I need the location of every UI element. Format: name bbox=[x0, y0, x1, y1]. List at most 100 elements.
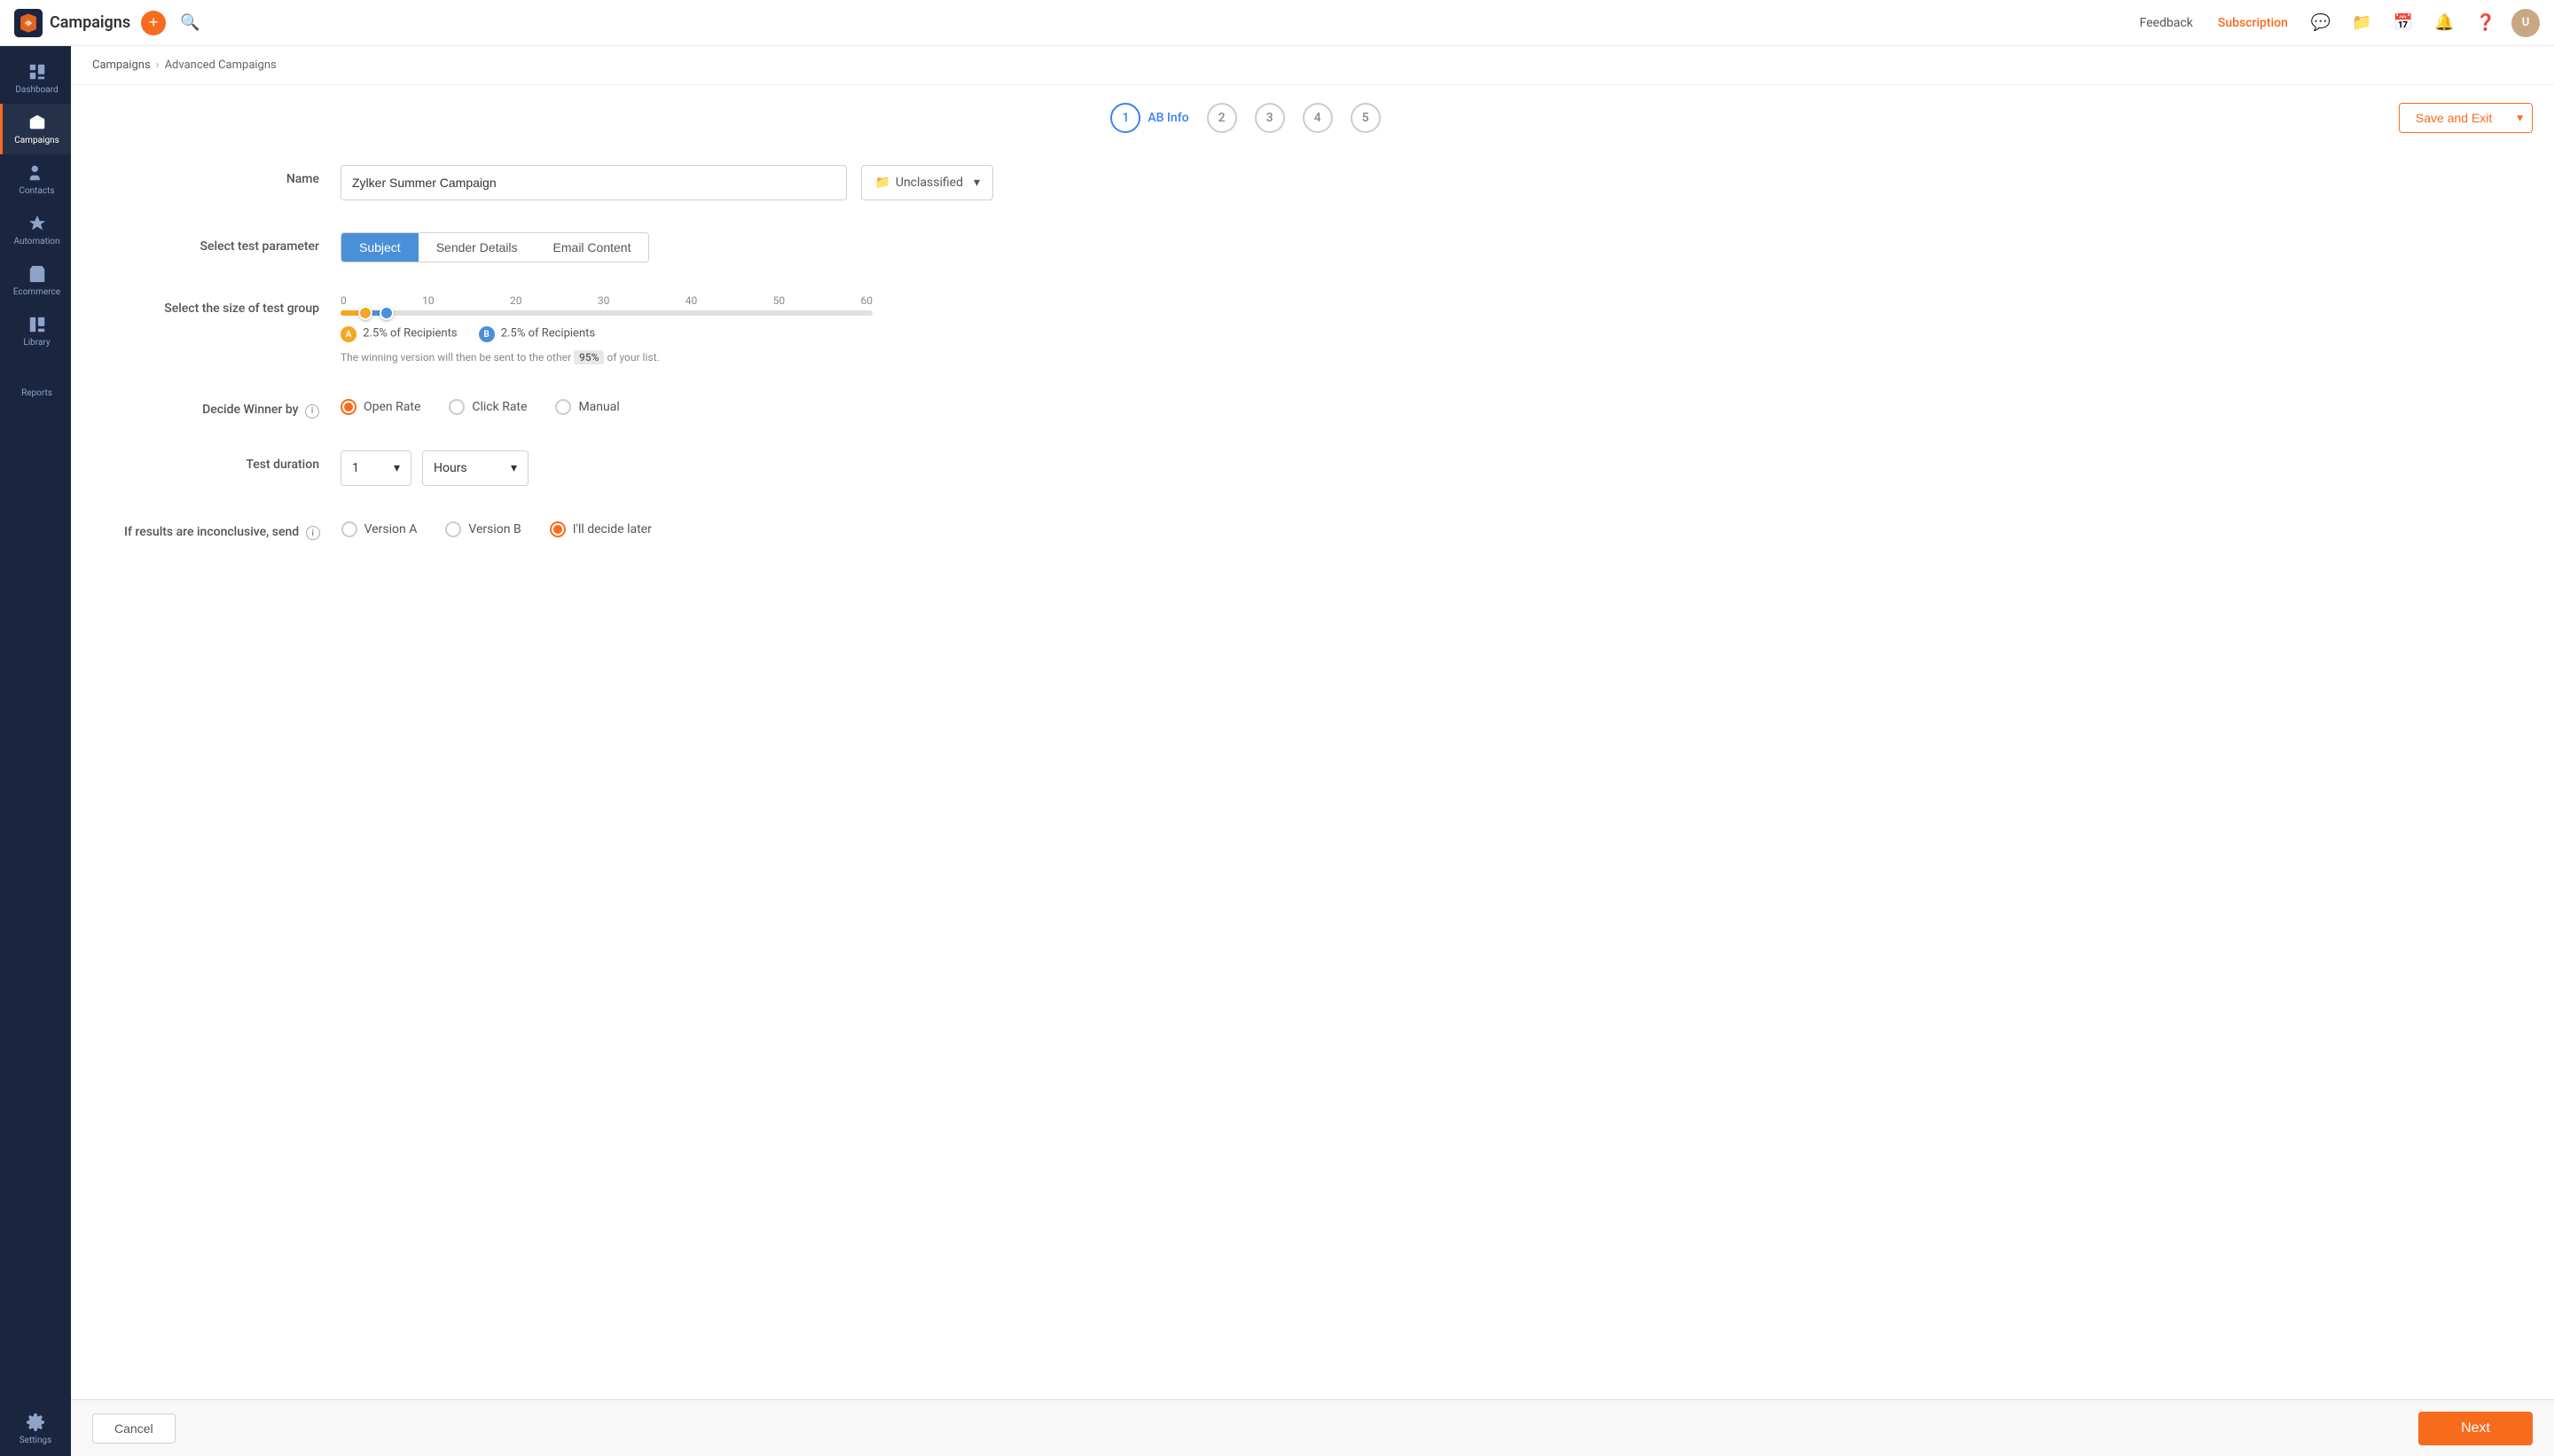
folder-dropdown[interactable]: 📁 Unclassified ▾ bbox=[861, 165, 993, 200]
sidebar-item-automation[interactable]: Automation bbox=[0, 205, 71, 255]
save-exit-main-button[interactable]: Save and Exit bbox=[2400, 104, 2508, 132]
name-row: Name 📁 Unclassified ▾ bbox=[124, 165, 993, 200]
sidebar-label-library: Library bbox=[23, 338, 50, 348]
messages-icon[interactable]: 💬 bbox=[2306, 8, 2336, 37]
breadcrumb-current: Advanced Campaigns bbox=[165, 59, 277, 72]
duration-unit-value: Hours bbox=[434, 461, 467, 475]
slider-thumb-b[interactable] bbox=[380, 306, 394, 320]
campaign-name-input[interactable] bbox=[341, 165, 847, 200]
breadcrumb-separator: › bbox=[156, 59, 160, 72]
decide-winner-label: Decide Winner by i bbox=[124, 395, 319, 419]
inconclusive-option-version-a[interactable]: Version A bbox=[341, 521, 418, 537]
decide-later-radio-outer bbox=[550, 521, 566, 537]
step-5[interactable]: 5 bbox=[1351, 103, 1381, 133]
duration-unit-select[interactable]: Hours ▾ bbox=[422, 450, 529, 486]
sidebar-item-campaigns[interactable]: Campaigns bbox=[0, 104, 71, 154]
test-duration-control: 1 ▾ Hours ▾ bbox=[341, 450, 993, 486]
create-new-button[interactable]: + bbox=[141, 11, 166, 35]
sidebar-label-campaigns: Campaigns bbox=[14, 136, 59, 145]
test-param-label: Select test parameter bbox=[124, 232, 319, 254]
winner-radio-group: Open Rate Click Rate Manual bbox=[341, 395, 993, 415]
test-duration-label: Test duration bbox=[124, 450, 319, 472]
test-parameter-tabs: Subject Sender Details Email Content bbox=[341, 232, 649, 262]
slider-track[interactable] bbox=[341, 310, 873, 316]
param-tab-email-content[interactable]: Email Content bbox=[536, 233, 649, 262]
folder-label: Unclassified bbox=[896, 176, 963, 190]
steps-container: 1 AB Info 2 3 4 bbox=[92, 103, 2399, 133]
steps-bar: 1 AB Info 2 3 4 bbox=[71, 85, 2554, 147]
sidebar: Dashboard Campaigns Contacts Automation … bbox=[0, 46, 71, 1456]
subscription-link[interactable]: Subscription bbox=[2211, 12, 2295, 34]
decide-winner-row: Decide Winner by i Open Rate Click R bbox=[124, 395, 993, 419]
feedback-link[interactable]: Feedback bbox=[2133, 12, 2200, 34]
sidebar-item-dashboard[interactable]: Dashboard bbox=[0, 53, 71, 104]
decide-later-radio-inner bbox=[553, 525, 562, 534]
winner-option-click-rate[interactable]: Click Rate bbox=[449, 399, 527, 415]
step-1-circle: 1 bbox=[1110, 103, 1140, 133]
step-2[interactable]: 2 bbox=[1207, 103, 1237, 133]
main-content: Campaigns › Advanced Campaigns 1 AB Info… bbox=[71, 46, 2554, 1456]
sidebar-label-dashboard: Dashboard bbox=[15, 85, 58, 95]
param-tab-subject[interactable]: Subject bbox=[341, 233, 419, 262]
inconclusive-option-version-b[interactable]: Version B bbox=[445, 521, 521, 537]
test-group-label: Select the size of test group bbox=[124, 294, 319, 316]
step-3[interactable]: 3 bbox=[1255, 103, 1285, 133]
badge-b: B bbox=[479, 326, 495, 342]
step-5-circle: 5 bbox=[1351, 103, 1381, 133]
inconclusive-info-icon[interactable]: i bbox=[306, 526, 320, 540]
bottom-bar: Cancel Next bbox=[71, 1399, 2554, 1456]
version-a-radio-outer bbox=[341, 521, 357, 537]
form-area: Name 📁 Unclassified ▾ Select test parame… bbox=[71, 147, 1046, 590]
winning-version-text: The winning version will then be sent to… bbox=[341, 351, 993, 364]
search-icon[interactable]: 🔍 bbox=[176, 10, 203, 35]
breadcrumb-root[interactable]: Campaigns bbox=[92, 59, 151, 72]
sidebar-label-settings: Settings bbox=[20, 1436, 52, 1445]
version-a-label: Version A bbox=[364, 522, 418, 536]
version-b-radio-outer bbox=[445, 521, 461, 537]
cancel-button[interactable]: Cancel bbox=[92, 1413, 176, 1444]
sidebar-item-reports[interactable]: Reports bbox=[0, 356, 71, 407]
app-logo[interactable]: Campaigns bbox=[14, 9, 130, 37]
winner-option-open-rate[interactable]: Open Rate bbox=[341, 399, 420, 415]
winner-info-icon[interactable]: i bbox=[305, 404, 319, 419]
sidebar-item-settings[interactable]: Settings bbox=[0, 1402, 71, 1456]
step-1[interactable]: 1 AB Info bbox=[1110, 103, 1188, 133]
sidebar-label-contacts: Contacts bbox=[19, 186, 54, 196]
open-rate-label: Open Rate bbox=[364, 400, 420, 414]
test-duration-row: Test duration 1 ▾ Hours ▾ bbox=[124, 450, 993, 486]
calendar-icon[interactable]: 📅 bbox=[2388, 8, 2418, 37]
notifications-icon[interactable]: 🔔 bbox=[2429, 8, 2459, 37]
inconclusive-label: If results are inconclusive, send i bbox=[124, 518, 320, 541]
step-1-label: AB Info bbox=[1148, 111, 1188, 125]
version-b-label: Version B bbox=[468, 522, 521, 536]
name-control: 📁 Unclassified ▾ bbox=[341, 165, 993, 200]
top-navigation: Campaigns + 🔍 Feedback Subscription 💬 📁 … bbox=[0, 0, 2554, 46]
sidebar-label-ecommerce: Ecommerce bbox=[13, 287, 60, 297]
help-icon[interactable]: ❓ bbox=[2471, 8, 2501, 37]
sidebar-item-contacts[interactable]: Contacts bbox=[0, 154, 71, 205]
save-exit-button[interactable]: Save and Exit ▾ bbox=[2399, 103, 2533, 133]
inconclusive-option-decide-later[interactable]: I'll decide later bbox=[550, 521, 652, 537]
breadcrumb: Campaigns › Advanced Campaigns bbox=[71, 46, 2554, 85]
inconclusive-control: Version A Version B I'll decide later bbox=[341, 518, 993, 537]
open-rate-radio-inner bbox=[344, 403, 353, 411]
open-rate-radio-outer bbox=[341, 399, 356, 415]
name-label: Name bbox=[124, 165, 319, 186]
sidebar-label-automation: Automation bbox=[14, 237, 60, 247]
badge-a: A bbox=[341, 326, 356, 342]
slider-thumb-a[interactable] bbox=[358, 306, 372, 320]
save-exit-dropdown-button[interactable]: ▾ bbox=[2508, 104, 2532, 132]
recipient-a-info: A 2.5% of Recipients bbox=[341, 326, 458, 342]
sidebar-item-library[interactable]: Library bbox=[0, 306, 71, 356]
inconclusive-row: If results are inconclusive, send i Vers… bbox=[124, 518, 993, 541]
step-4[interactable]: 4 bbox=[1303, 103, 1333, 133]
folder-icon[interactable]: 📁 bbox=[2346, 8, 2377, 37]
winner-option-manual[interactable]: Manual bbox=[555, 399, 619, 415]
sidebar-item-ecommerce[interactable]: Ecommerce bbox=[0, 255, 71, 306]
next-button[interactable]: Next bbox=[2418, 1412, 2533, 1445]
manual-label: Manual bbox=[578, 400, 619, 414]
param-tab-sender-details[interactable]: Sender Details bbox=[419, 233, 536, 262]
duration-number-value: 1 bbox=[352, 461, 359, 475]
user-avatar[interactable]: U bbox=[2511, 9, 2540, 37]
duration-number-select[interactable]: 1 ▾ bbox=[341, 450, 411, 486]
